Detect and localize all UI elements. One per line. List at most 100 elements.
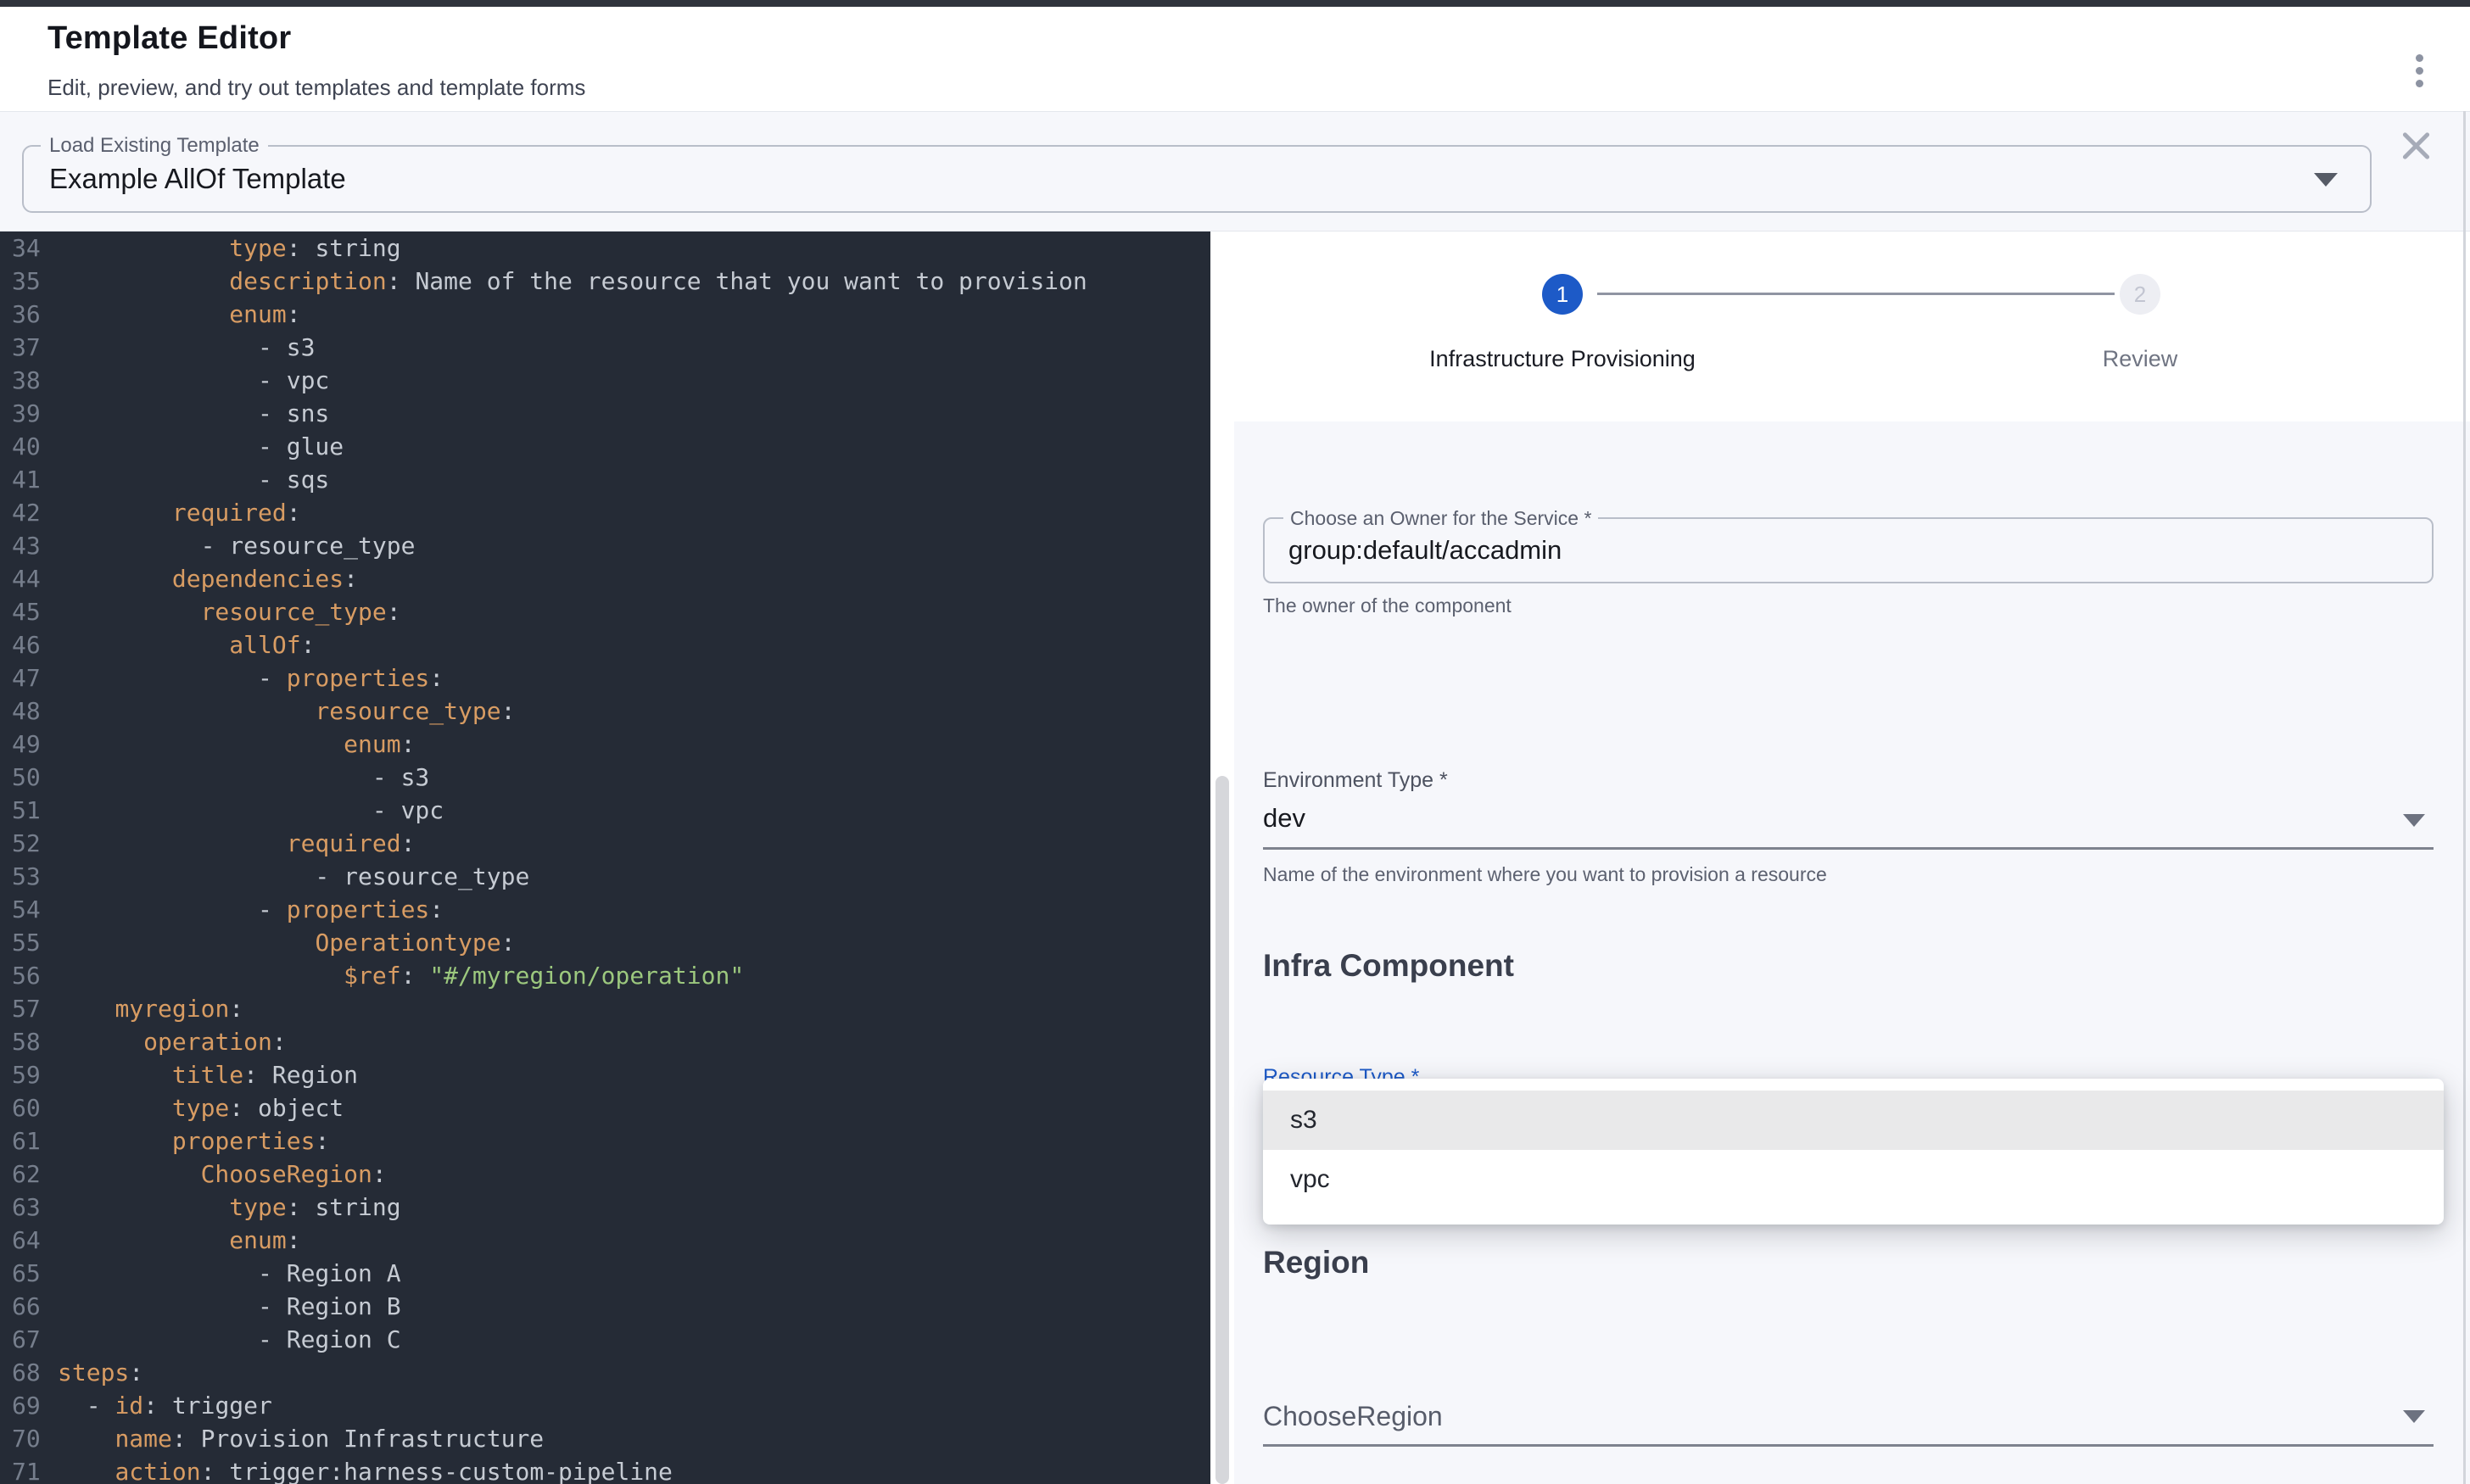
- code-line: 59 title: Region: [0, 1058, 1210, 1091]
- close-icon[interactable]: [2400, 131, 2431, 161]
- dropdown-arrow-icon[interactable]: [2314, 173, 2338, 187]
- code-line: 70 name: Provision Infrastructure: [0, 1422, 1210, 1455]
- line-number: 37: [0, 331, 58, 364]
- code-line: 69 - id: trigger: [0, 1389, 1210, 1422]
- line-number: 48: [0, 695, 58, 728]
- code-text: - glue: [58, 430, 344, 463]
- code-text: enum:: [58, 728, 415, 761]
- code-line: 63 type: string: [0, 1191, 1210, 1224]
- code-text: title: Region: [58, 1058, 358, 1091]
- line-number: 70: [0, 1422, 58, 1455]
- step-2-label: Review: [2103, 346, 2178, 372]
- choose-region-select[interactable]: ChooseRegion: [1263, 1401, 1443, 1432]
- line-number: 60: [0, 1091, 58, 1124]
- window-top-bar: [0, 0, 2470, 7]
- code-text: allOf:: [58, 628, 315, 661]
- line-number: 56: [0, 959, 58, 992]
- line-number: 55: [0, 926, 58, 959]
- code-text: dependencies:: [58, 562, 358, 595]
- line-number: 53: [0, 860, 58, 893]
- step-1-circle[interactable]: 1: [1542, 274, 1583, 315]
- code-text: resource_type:: [58, 695, 515, 728]
- code-text: type: object: [58, 1091, 344, 1124]
- code-text: - vpc: [58, 794, 444, 827]
- kebab-menu-icon[interactable]: [2409, 51, 2429, 95]
- environment-type-select[interactable]: dev: [1263, 803, 1305, 834]
- owner-input[interactable]: Choose an Owner for the Service * group:…: [1263, 517, 2434, 583]
- code-line: 61 properties:: [0, 1124, 1210, 1158]
- code-text: - sns: [58, 397, 329, 430]
- line-number: 61: [0, 1124, 58, 1158]
- select-arrow-icon[interactable]: [2403, 1410, 2425, 1423]
- step-connector-line: [1597, 293, 2115, 295]
- owner-helper-text: The owner of the component: [1263, 594, 1512, 617]
- stepper: 1 2 Infrastructure Provisioning Review: [1234, 232, 2470, 421]
- load-template-select[interactable]: Load Existing Template Example AllOf Tem…: [22, 145, 2372, 213]
- code-text: - properties:: [58, 893, 444, 926]
- line-number: 41: [0, 463, 58, 496]
- owner-value: group:default/accadmin: [1288, 519, 1562, 582]
- line-number: 45: [0, 595, 58, 628]
- load-template-section: Load Existing Template Example AllOf Tem…: [0, 111, 2470, 232]
- code-text: type: string: [58, 232, 401, 265]
- code-line: 34 type: string: [0, 232, 1210, 265]
- line-number: 36: [0, 298, 58, 331]
- line-number: 59: [0, 1058, 58, 1091]
- menu-option-vpc[interactable]: vpc: [1263, 1150, 2444, 1209]
- line-number: 65: [0, 1257, 58, 1290]
- code-text: - Region B: [58, 1290, 401, 1323]
- code-line: 39 - sns: [0, 397, 1210, 430]
- code-line: 50 - s3: [0, 761, 1210, 794]
- window-scrollbar-track[interactable]: [2463, 111, 2466, 1484]
- code-text: - s3: [58, 331, 315, 364]
- code-line: 35 description: Name of the resource tha…: [0, 265, 1210, 298]
- environment-type-label: Environment Type *: [1263, 768, 1448, 793]
- code-line: 55 Operationtype:: [0, 926, 1210, 959]
- code-text: Operationtype:: [58, 926, 515, 959]
- code-line: 68steps:: [0, 1356, 1210, 1389]
- select-arrow-icon[interactable]: [2403, 814, 2425, 827]
- choose-region-underline: [1263, 1444, 2434, 1447]
- code-text: resource_type:: [58, 595, 401, 628]
- code-line: 43 - resource_type: [0, 529, 1210, 562]
- step-2-circle[interactable]: 2: [2120, 274, 2160, 315]
- code-line: 36 enum:: [0, 298, 1210, 331]
- code-text: action: trigger:harness-custom-pipeline: [58, 1455, 673, 1484]
- code-text: - s3: [58, 761, 429, 794]
- editor-scrollbar-thumb[interactable]: [1215, 776, 1229, 1484]
- code-text: - Region A: [58, 1257, 401, 1290]
- code-lines: 34 type: string35 description: Name of t…: [0, 232, 1210, 1484]
- code-line: 41 - sqs: [0, 463, 1210, 496]
- line-number: 54: [0, 893, 58, 926]
- code-line: 53 - resource_type: [0, 860, 1210, 893]
- code-line: 57 myregion:: [0, 992, 1210, 1025]
- line-number: 50: [0, 761, 58, 794]
- code-text: $ref: "#/myregion/operation": [58, 959, 744, 992]
- code-line: 47 - properties:: [0, 661, 1210, 695]
- line-number: 51: [0, 794, 58, 827]
- line-number: 42: [0, 496, 58, 529]
- menu-option-s3[interactable]: s3: [1263, 1091, 2444, 1150]
- line-number: 66: [0, 1290, 58, 1323]
- line-number: 44: [0, 562, 58, 595]
- code-text: description: Name of the resource that y…: [58, 265, 1087, 298]
- yaml-code-editor[interactable]: 34 type: string35 description: Name of t…: [0, 232, 1210, 1484]
- code-text: ChooseRegion:: [58, 1158, 387, 1191]
- resource-type-menu: s3vpc: [1263, 1079, 2444, 1225]
- code-text: required:: [58, 496, 301, 529]
- code-line: 51 - vpc: [0, 794, 1210, 827]
- environment-helper-text: Name of the environment where you want t…: [1263, 863, 1827, 886]
- code-line: 45 resource_type:: [0, 595, 1210, 628]
- page-title: Template Editor: [48, 20, 291, 57]
- line-number: 40: [0, 430, 58, 463]
- code-text: - vpc: [58, 364, 329, 397]
- code-line: 54 - properties:: [0, 893, 1210, 926]
- line-number: 38: [0, 364, 58, 397]
- load-template-value: Example AllOf Template: [49, 147, 346, 211]
- region-heading: Region: [1263, 1245, 1369, 1280]
- line-number: 34: [0, 232, 58, 265]
- code-line: 66 - Region B: [0, 1290, 1210, 1323]
- code-text: enum:: [58, 1224, 301, 1257]
- step-1-label: Infrastructure Provisioning: [1429, 346, 1696, 372]
- line-number: 58: [0, 1025, 58, 1058]
